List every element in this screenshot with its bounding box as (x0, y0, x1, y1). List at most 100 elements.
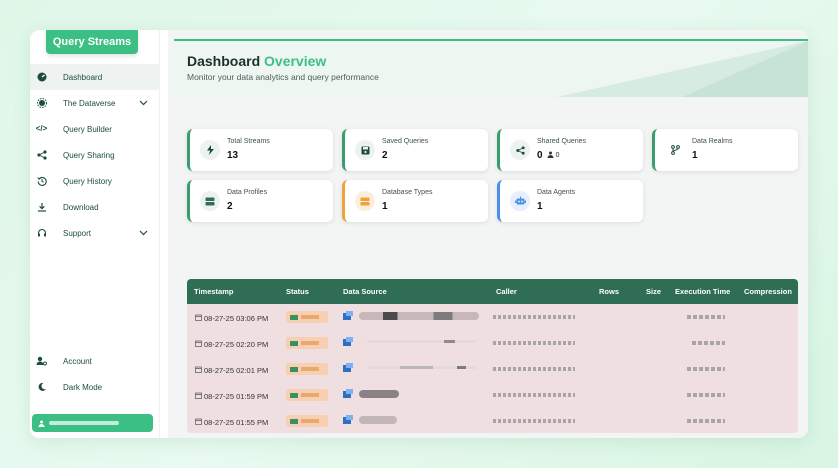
stat-label: Shared Queries (537, 138, 587, 145)
headset-icon (36, 227, 47, 238)
database-icon (355, 191, 375, 211)
sidebar-item-label: Query History (63, 176, 112, 186)
history-icon (36, 175, 47, 186)
data-source-redacted (359, 312, 479, 320)
caller-redacted (493, 367, 575, 371)
sidebar-nav: Dashboard The Dataverse </> Query Builde… (30, 64, 160, 246)
column-header-compression[interactable]: Compression (744, 287, 792, 296)
data-source-icon (343, 389, 353, 400)
column-header-status[interactable]: Status (286, 287, 309, 296)
code-icon: </> (35, 124, 48, 133)
column-header-data-source[interactable]: Data Source (343, 287, 387, 296)
stat-card-data-realms[interactable]: Data Realms 1 (652, 129, 798, 171)
timestamp-cell: 08-27-25 03:06 PM (195, 314, 268, 323)
sidebar: Query Streams Dashboard The Dataverse </… (30, 30, 160, 438)
download-icon (36, 201, 47, 212)
query-history-table: Timestamp Status Data Source Caller Rows… (187, 279, 798, 433)
table-row[interactable]: 08-27-25 03:06 PM (187, 304, 798, 330)
user-icon (38, 414, 45, 432)
table-row[interactable]: 08-27-25 01:59 PM (187, 382, 798, 408)
status-badge (286, 389, 328, 401)
stat-card-database-types[interactable]: Database Types 1 (342, 180, 488, 222)
caller-redacted (493, 419, 575, 423)
table-header: Timestamp Status Data Source Caller Rows… (187, 279, 798, 304)
column-header-size[interactable]: Size (646, 287, 661, 296)
save-icon (355, 140, 375, 160)
sidebar-item-dark-mode[interactable]: Dark Mode (30, 374, 160, 400)
column-header-timestamp[interactable]: Timestamp (194, 287, 233, 296)
calendar-icon (195, 340, 202, 349)
sidebar-item-download[interactable]: Download (30, 194, 160, 220)
chevron-down-icon[interactable] (139, 99, 148, 108)
column-header-rows[interactable]: Rows (599, 287, 619, 296)
header-decoration (678, 41, 808, 97)
sidebar-item-support[interactable]: Support (30, 220, 160, 246)
execution-time-redacted (687, 367, 725, 371)
data-source-redacted (367, 366, 477, 369)
sidebar-item-dashboard[interactable]: Dashboard (30, 64, 160, 90)
stat-value: 13 (227, 150, 239, 161)
stat-value: 1 (692, 150, 698, 161)
dashboard-content: Total Streams 13 Saved Queries 2 Shared … (174, 104, 808, 438)
stat-card-saved-queries[interactable]: Saved Queries 2 (342, 129, 488, 171)
sidebar-item-query-history[interactable]: Query History (30, 168, 160, 194)
sidebar-item-label: Query Sharing (63, 150, 115, 160)
stat-label: Database Types (382, 189, 433, 196)
status-badge (286, 415, 328, 427)
stat-card-total-streams[interactable]: Total Streams 13 (187, 129, 333, 171)
sidebar-item-query-builder[interactable]: </> Query Builder (30, 116, 160, 142)
stat-extra: 0 (547, 151, 559, 160)
user-gear-icon (36, 355, 47, 366)
main-content: Dashboard Overview Monitor your data ana… (168, 30, 808, 438)
user-profile-button[interactable] (32, 414, 153, 432)
timestamp-cell: 08-27-25 01:59 PM (195, 392, 268, 401)
sidebar-item-dataverse[interactable]: The Dataverse (30, 90, 160, 116)
page-subtitle: Monitor your data analytics and query pe… (187, 72, 379, 82)
stat-value: 1 (537, 201, 543, 212)
chevron-down-icon[interactable] (139, 229, 148, 238)
data-source-icon (343, 311, 353, 322)
data-source-redacted (359, 390, 399, 398)
sidebar-item-query-sharing[interactable]: Query Sharing (30, 142, 160, 168)
data-source-redacted (359, 416, 397, 424)
user-icon (547, 151, 554, 160)
bolt-icon (200, 140, 220, 160)
share-icon (510, 140, 530, 160)
column-header-caller[interactable]: Caller (496, 287, 517, 296)
timestamp-cell: 08-27-25 02:01 PM (195, 366, 268, 375)
profile-icon (200, 191, 220, 211)
table-row[interactable]: 08-27-25 02:20 PM (187, 330, 798, 356)
status-badge (286, 363, 328, 375)
sidebar-item-label: Dark Mode (63, 382, 103, 392)
table-row[interactable]: 08-27-25 01:55 PM (187, 408, 798, 433)
timestamp-cell: 08-27-25 02:20 PM (195, 340, 268, 349)
moon-icon (36, 381, 47, 392)
table-row[interactable]: 08-27-25 02:01 PM (187, 356, 798, 382)
execution-time-redacted (687, 315, 725, 319)
robot-icon (510, 191, 530, 211)
stat-card-shared-queries[interactable]: Shared Queries 0 0 (497, 129, 643, 171)
execution-time-redacted (692, 341, 725, 345)
stat-value: 2 (227, 201, 233, 212)
caller-redacted (493, 393, 575, 397)
execution-time-redacted (687, 419, 725, 423)
status-badge (286, 311, 328, 323)
stat-card-data-profiles[interactable]: Data Profiles 2 (187, 180, 333, 222)
caller-redacted (493, 315, 575, 319)
data-source-icon (343, 415, 353, 426)
dataverse-icon (36, 97, 47, 108)
user-name-redacted (49, 421, 119, 425)
sidebar-item-label: Query Builder (63, 124, 112, 134)
stat-card-data-agents[interactable]: Data Agents 1 (497, 180, 643, 222)
column-header-execution-time[interactable]: Execution Time (675, 287, 730, 296)
stat-label: Data Profiles (227, 189, 268, 196)
share-icon (36, 149, 47, 160)
caller-redacted (493, 341, 575, 345)
brand-logo[interactable]: Query Streams (46, 30, 138, 54)
sidebar-item-account[interactable]: Account (30, 348, 160, 374)
stat-label: Total Streams (227, 138, 270, 145)
sidebar-item-label: Support (63, 228, 92, 238)
calendar-icon (195, 418, 202, 427)
data-source-redacted (367, 340, 477, 343)
stat-value: 2 (382, 150, 388, 161)
